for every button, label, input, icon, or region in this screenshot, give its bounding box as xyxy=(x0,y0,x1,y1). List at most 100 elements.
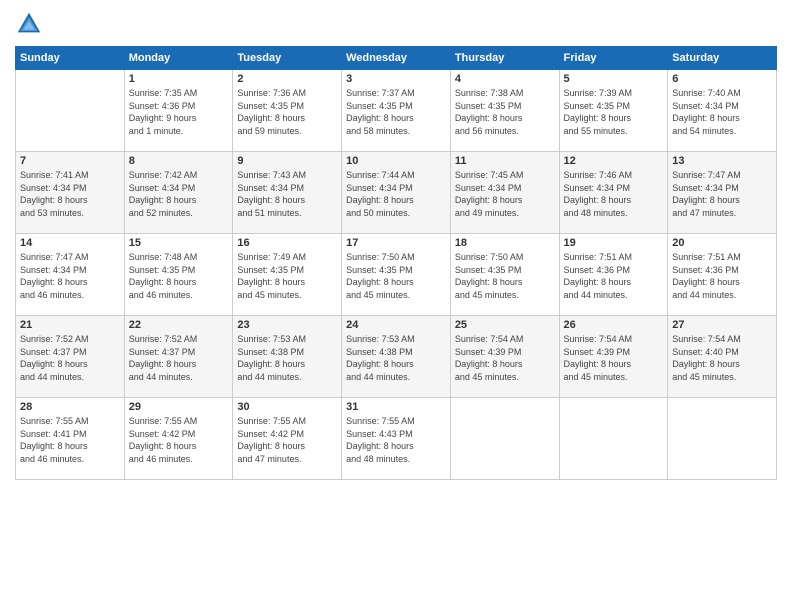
day-number: 8 xyxy=(129,155,229,167)
day-number: 15 xyxy=(129,237,229,249)
week-row-3: 14 Sunrise: 7:47 AM Sunset: 4:34 PM Dayli… xyxy=(16,234,777,316)
day-detail: Sunrise: 7:49 AM Sunset: 4:35 PM Dayligh… xyxy=(237,251,337,301)
day-detail: Sunrise: 7:46 AM Sunset: 4:34 PM Dayligh… xyxy=(564,169,664,219)
calendar-cell-w2-d2: 8 Sunrise: 7:42 AM Sunset: 4:34 PM Daylig… xyxy=(124,152,233,234)
calendar-cell-w3-d6: 19 Sunrise: 7:51 AM Sunset: 4:36 PM Dayli… xyxy=(559,234,668,316)
col-tuesday: Tuesday xyxy=(233,47,342,70)
day-detail: Sunrise: 7:43 AM Sunset: 4:34 PM Dayligh… xyxy=(237,169,337,219)
calendar-cell-w4-d2: 22 Sunrise: 7:52 AM Sunset: 4:37 PM Dayli… xyxy=(124,316,233,398)
week-row-4: 21Sunrise: 7:52 AM Sunset: 4:37 PM Dayli… xyxy=(16,316,777,398)
day-number: 20 xyxy=(672,237,772,249)
day-detail: Sunrise: 7:39 AM Sunset: 4:35 PM Dayligh… xyxy=(564,87,664,137)
day-number: 7 xyxy=(20,155,120,167)
calendar-cell-w1-d4: 3 Sunrise: 7:37 AM Sunset: 4:35 PM Daylig… xyxy=(342,70,451,152)
day-number: 28 xyxy=(20,401,120,413)
page: Sunday Monday Tuesday Wednesday Thursday… xyxy=(0,0,792,612)
day-detail: Sunrise: 7:54 AM Sunset: 4:39 PM Dayligh… xyxy=(564,333,664,383)
day-detail: Sunrise: 7:54 AM Sunset: 4:39 PM Dayligh… xyxy=(455,333,555,383)
day-number: 14 xyxy=(20,237,120,249)
day-detail: Sunrise: 7:35 AM Sunset: 4:36 PM Dayligh… xyxy=(129,87,229,137)
day-detail: Sunrise: 7:53 AM Sunset: 4:38 PM Dayligh… xyxy=(346,333,446,383)
day-number: 17 xyxy=(346,237,446,249)
day-number: 18 xyxy=(455,237,555,249)
day-number: 13 xyxy=(672,155,772,167)
day-detail: Sunrise: 7:37 AM Sunset: 4:35 PM Dayligh… xyxy=(346,87,446,137)
week-row-2: 7 Sunrise: 7:41 AM Sunset: 4:34 PM Daylig… xyxy=(16,152,777,234)
calendar-cell-w3-d7: 20 Sunrise: 7:51 AM Sunset: 4:36 PM Dayli… xyxy=(668,234,777,316)
day-detail: Sunrise: 7:53 AM Sunset: 4:38 PM Dayligh… xyxy=(237,333,337,383)
calendar-cell-w3-d4: 17 Sunrise: 7:50 AM Sunset: 4:35 PM Dayli… xyxy=(342,234,451,316)
day-detail: Sunrise: 7:42 AM Sunset: 4:34 PM Dayligh… xyxy=(129,169,229,219)
day-detail: Sunrise: 7:47 AM Sunset: 4:34 PM Dayligh… xyxy=(20,251,120,301)
day-detail: Sunrise: 7:38 AM Sunset: 4:35 PM Dayligh… xyxy=(455,87,555,137)
day-detail: Sunrise: 7:55 AM Sunset: 4:41 PM Dayligh… xyxy=(20,415,120,465)
day-number: 23 xyxy=(237,319,337,331)
calendar-cell-w1-d6: 5Sunrise: 7:39 AM Sunset: 4:35 PM Daylig… xyxy=(559,70,668,152)
calendar-cell-w1-d1 xyxy=(16,70,125,152)
header xyxy=(15,10,777,38)
day-detail: Sunrise: 7:55 AM Sunset: 4:42 PM Dayligh… xyxy=(129,415,229,465)
calendar-cell-w5-d4: 31Sunrise: 7:55 AM Sunset: 4:43 PM Dayli… xyxy=(342,398,451,480)
calendar-cell-w4-d6: 26 Sunrise: 7:54 AM Sunset: 4:39 PM Dayli… xyxy=(559,316,668,398)
calendar-header-row: Sunday Monday Tuesday Wednesday Thursday… xyxy=(16,47,777,70)
day-detail: Sunrise: 7:45 AM Sunset: 4:34 PM Dayligh… xyxy=(455,169,555,219)
calendar-cell-w5-d7 xyxy=(668,398,777,480)
calendar-cell-w1-d7: 6Sunrise: 7:40 AM Sunset: 4:34 PM Daylig… xyxy=(668,70,777,152)
calendar-cell-w2-d7: 13 Sunrise: 7:47 AM Sunset: 4:34 PM Dayli… xyxy=(668,152,777,234)
calendar-cell-w2-d6: 12 Sunrise: 7:46 AM Sunset: 4:34 PM Dayli… xyxy=(559,152,668,234)
calendar-cell-w1-d3: 2 Sunrise: 7:36 AM Sunset: 4:35 PM Daylig… xyxy=(233,70,342,152)
calendar-cell-w3-d3: 16Sunrise: 7:49 AM Sunset: 4:35 PM Dayli… xyxy=(233,234,342,316)
day-number: 29 xyxy=(129,401,229,413)
day-detail: Sunrise: 7:41 AM Sunset: 4:34 PM Dayligh… xyxy=(20,169,120,219)
calendar-cell-w2-d3: 9 Sunrise: 7:43 AM Sunset: 4:34 PM Daylig… xyxy=(233,152,342,234)
calendar-cell-w3-d1: 14 Sunrise: 7:47 AM Sunset: 4:34 PM Dayli… xyxy=(16,234,125,316)
day-detail: Sunrise: 7:52 AM Sunset: 4:37 PM Dayligh… xyxy=(20,333,120,383)
calendar-cell-w5-d1: 28 Sunrise: 7:55 AM Sunset: 4:41 PM Dayli… xyxy=(16,398,125,480)
calendar-cell-w5-d5 xyxy=(450,398,559,480)
calendar-cell-w3-d5: 18Sunrise: 7:50 AM Sunset: 4:35 PM Dayli… xyxy=(450,234,559,316)
calendar-cell-w3-d2: 15 Sunrise: 7:48 AM Sunset: 4:35 PM Dayli… xyxy=(124,234,233,316)
calendar-cell-w5-d2: 29 Sunrise: 7:55 AM Sunset: 4:42 PM Dayli… xyxy=(124,398,233,480)
day-number: 12 xyxy=(564,155,664,167)
day-number: 26 xyxy=(564,319,664,331)
day-number: 30 xyxy=(237,401,337,413)
day-detail: Sunrise: 7:44 AM Sunset: 4:34 PM Dayligh… xyxy=(346,169,446,219)
col-friday: Friday xyxy=(559,47,668,70)
col-saturday: Saturday xyxy=(668,47,777,70)
calendar-cell-w4-d4: 24Sunrise: 7:53 AM Sunset: 4:38 PM Dayli… xyxy=(342,316,451,398)
col-monday: Monday xyxy=(124,47,233,70)
day-number: 3 xyxy=(346,73,446,85)
day-detail: Sunrise: 7:47 AM Sunset: 4:34 PM Dayligh… xyxy=(672,169,772,219)
day-detail: Sunrise: 7:50 AM Sunset: 4:35 PM Dayligh… xyxy=(346,251,446,301)
day-number: 9 xyxy=(237,155,337,167)
day-detail: Sunrise: 7:51 AM Sunset: 4:36 PM Dayligh… xyxy=(564,251,664,301)
calendar-cell-w1-d2: 1 Sunrise: 7:35 AM Sunset: 4:36 PM Daylig… xyxy=(124,70,233,152)
day-number: 25 xyxy=(455,319,555,331)
day-detail: Sunrise: 7:48 AM Sunset: 4:35 PM Dayligh… xyxy=(129,251,229,301)
day-detail: Sunrise: 7:51 AM Sunset: 4:36 PM Dayligh… xyxy=(672,251,772,301)
calendar-table: Sunday Monday Tuesday Wednesday Thursday… xyxy=(15,46,777,480)
calendar-cell-w2-d1: 7 Sunrise: 7:41 AM Sunset: 4:34 PM Daylig… xyxy=(16,152,125,234)
day-detail: Sunrise: 7:54 AM Sunset: 4:40 PM Dayligh… xyxy=(672,333,772,383)
calendar-cell-w4-d5: 25 Sunrise: 7:54 AM Sunset: 4:39 PM Dayli… xyxy=(450,316,559,398)
day-number: 22 xyxy=(129,319,229,331)
day-number: 4 xyxy=(455,73,555,85)
calendar-cell-w4-d7: 27Sunrise: 7:54 AM Sunset: 4:40 PM Dayli… xyxy=(668,316,777,398)
calendar-cell-w5-d3: 30Sunrise: 7:55 AM Sunset: 4:42 PM Dayli… xyxy=(233,398,342,480)
calendar-cell-w4-d3: 23 Sunrise: 7:53 AM Sunset: 4:38 PM Dayli… xyxy=(233,316,342,398)
day-number: 6 xyxy=(672,73,772,85)
day-number: 19 xyxy=(564,237,664,249)
day-number: 10 xyxy=(346,155,446,167)
logo xyxy=(15,10,47,38)
day-number: 11 xyxy=(455,155,555,167)
logo-icon xyxy=(15,10,43,38)
day-detail: Sunrise: 7:36 AM Sunset: 4:35 PM Dayligh… xyxy=(237,87,337,137)
day-detail: Sunrise: 7:52 AM Sunset: 4:37 PM Dayligh… xyxy=(129,333,229,383)
week-row-5: 28 Sunrise: 7:55 AM Sunset: 4:41 PM Dayli… xyxy=(16,398,777,480)
day-number: 2 xyxy=(237,73,337,85)
calendar-cell-w4-d1: 21Sunrise: 7:52 AM Sunset: 4:37 PM Dayli… xyxy=(16,316,125,398)
week-row-1: 1 Sunrise: 7:35 AM Sunset: 4:36 PM Daylig… xyxy=(16,70,777,152)
col-sunday: Sunday xyxy=(16,47,125,70)
calendar-cell-w5-d6 xyxy=(559,398,668,480)
day-number: 1 xyxy=(129,73,229,85)
